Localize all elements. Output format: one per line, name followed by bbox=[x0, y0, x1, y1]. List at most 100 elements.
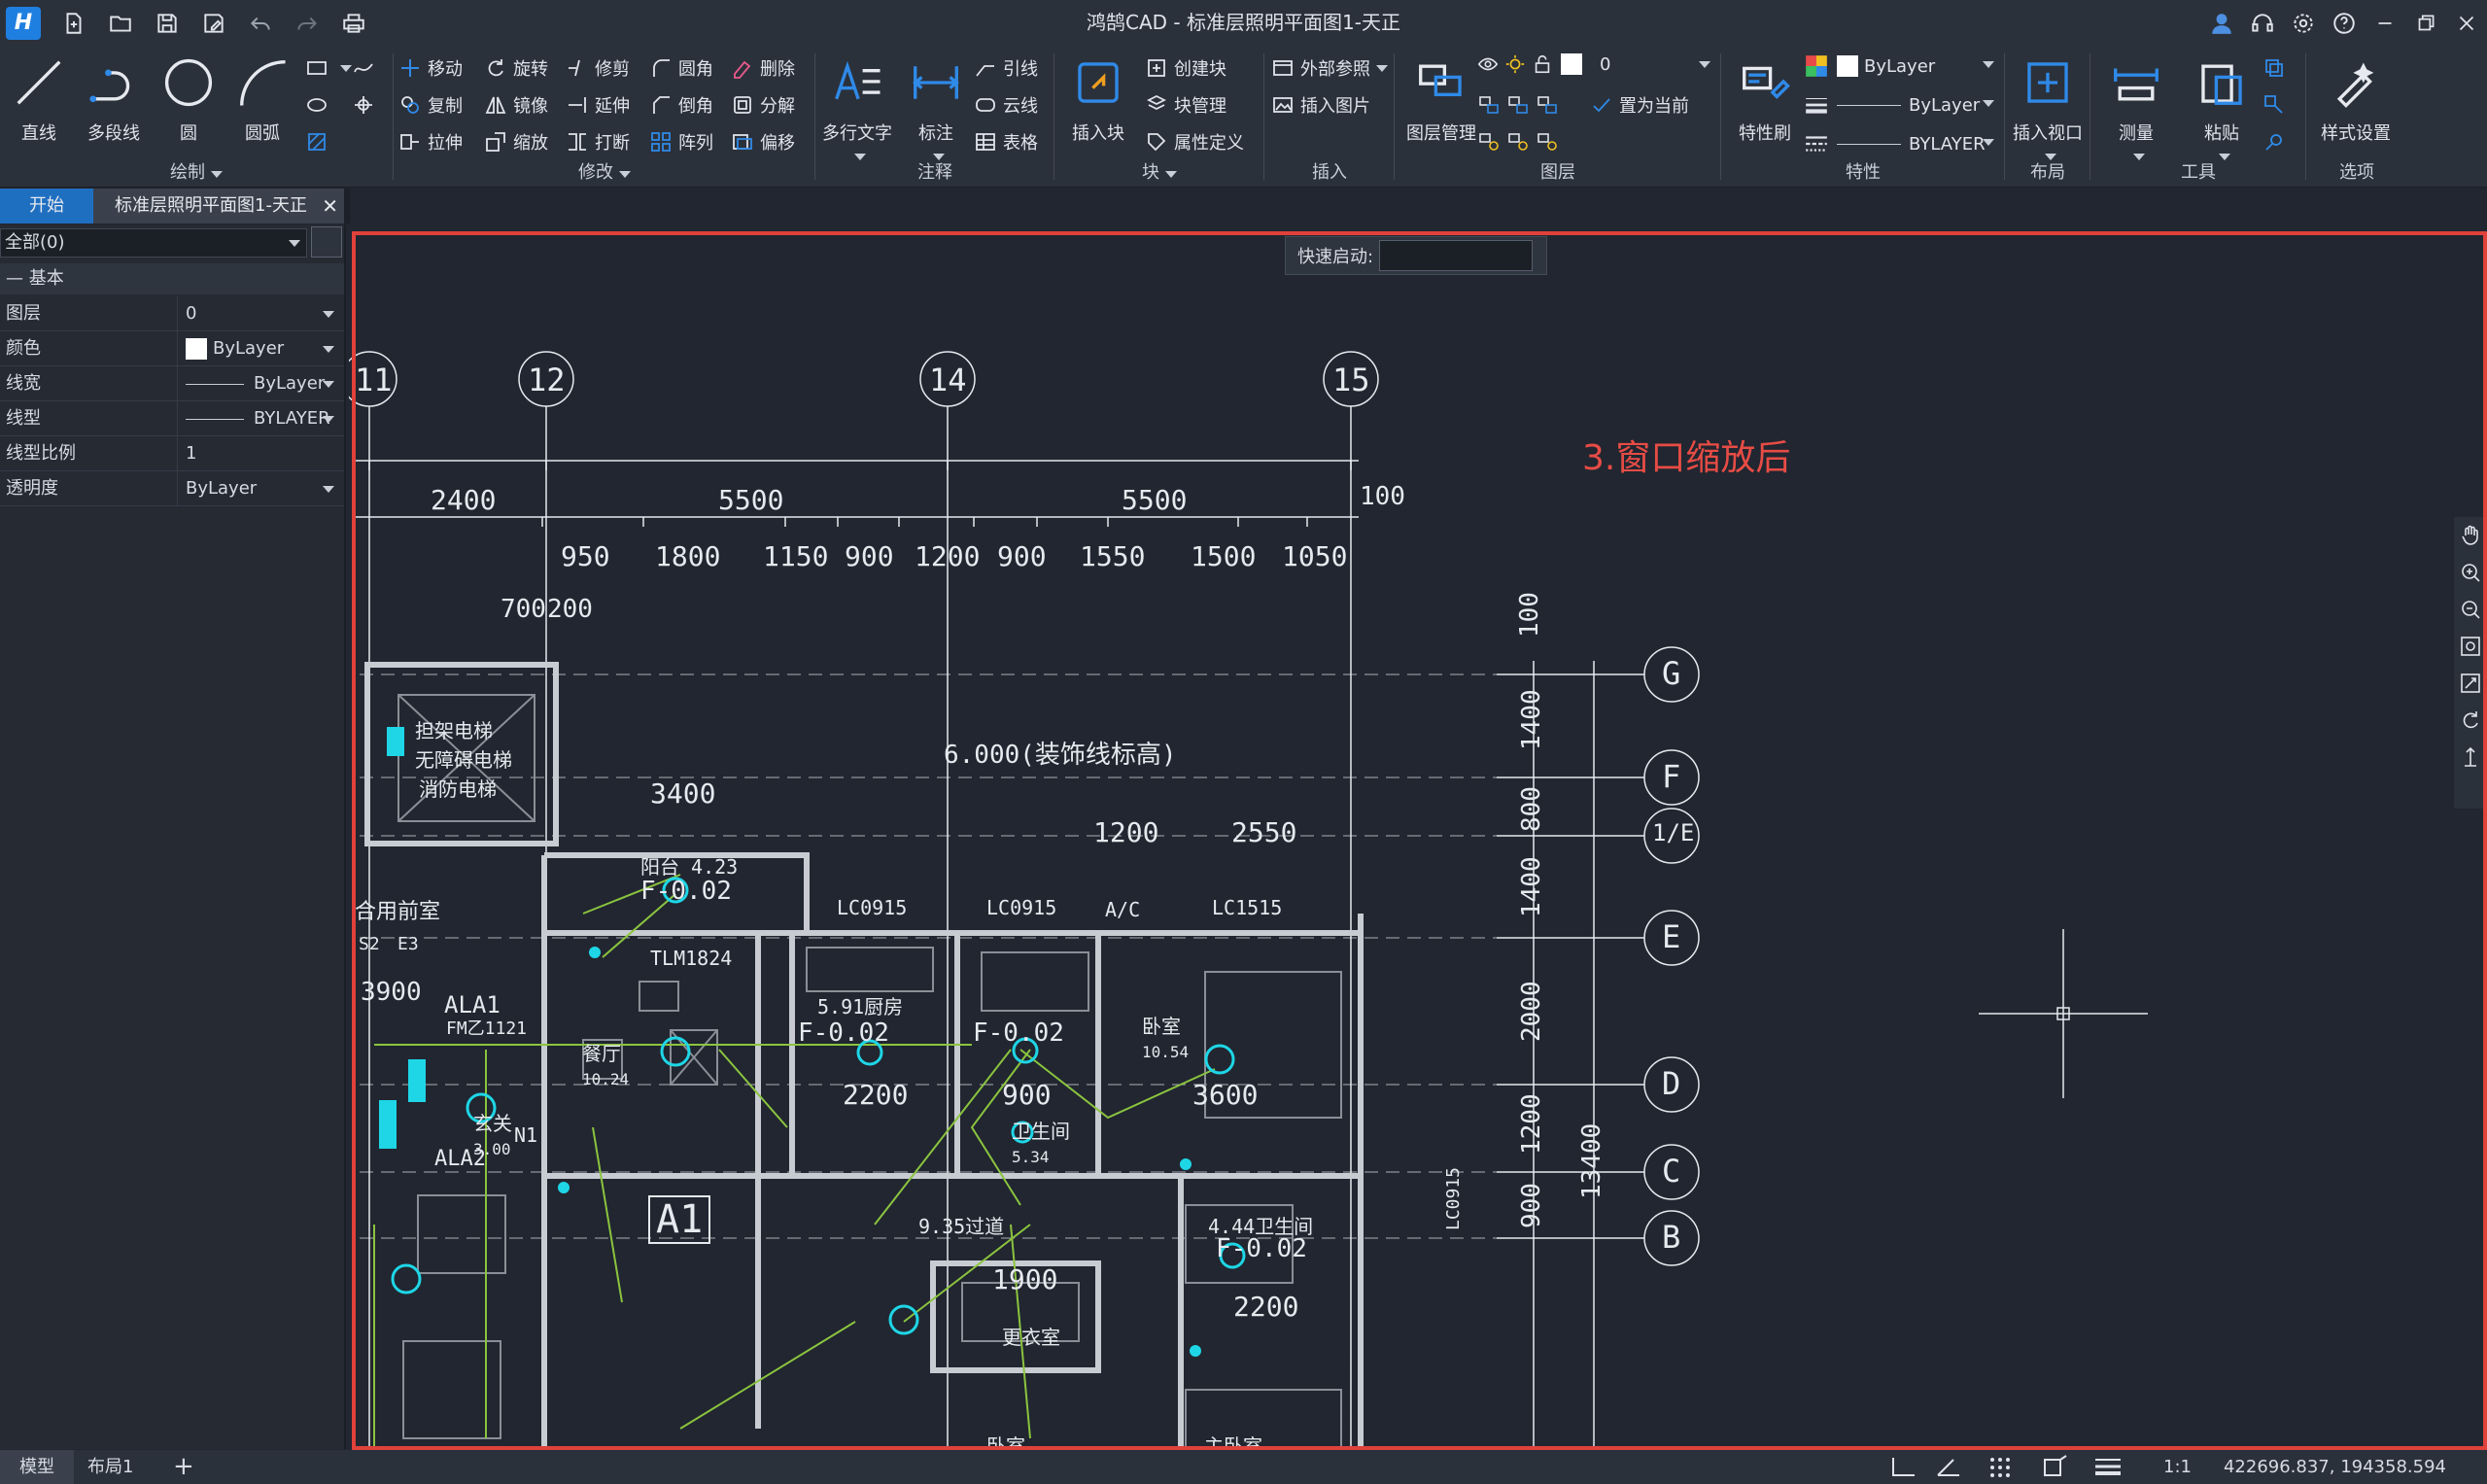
quick-start-input[interactable] bbox=[1379, 240, 1534, 271]
copy-button[interactable]: 复制 bbox=[398, 88, 463, 121]
circle-button[interactable]: 圆 bbox=[159, 52, 218, 145]
color-dropdown[interactable]: ByLayer bbox=[1804, 53, 1994, 79]
minimize-icon[interactable] bbox=[2365, 4, 2405, 43]
layer-manager-button[interactable]: 图层管理 bbox=[1405, 52, 1477, 145]
app-logo[interactable]: H bbox=[6, 6, 41, 40]
annotation-label: 3.窗口缩放后 bbox=[1582, 438, 1791, 478]
insert-block-button[interactable]: 插入块 bbox=[1059, 52, 1137, 145]
line-button[interactable]: 直线 bbox=[10, 52, 68, 145]
find-text-button[interactable] bbox=[2262, 125, 2292, 158]
tab-close-icon[interactable]: ✕ bbox=[322, 189, 338, 224]
zoom-extents-icon[interactable] bbox=[2454, 665, 2487, 702]
quick-select-button[interactable] bbox=[2262, 88, 2292, 121]
scale-button[interactable]: 缩放 bbox=[484, 125, 548, 158]
leader-button[interactable]: 引线 bbox=[974, 52, 1038, 85]
attribute-definition-button[interactable]: 属性定义 bbox=[1145, 125, 1244, 158]
view-align-icon[interactable] bbox=[2454, 739, 2487, 776]
settings-gear-icon[interactable] bbox=[2283, 4, 2324, 43]
tab-start[interactable]: 开始 bbox=[0, 189, 93, 224]
move-button[interactable]: 移动 bbox=[398, 52, 463, 85]
dimension-button[interactable]: 标注 bbox=[904, 52, 968, 165]
create-block-button[interactable]: 创建块 bbox=[1145, 52, 1226, 85]
layer-tools-row2[interactable] bbox=[1477, 125, 1565, 158]
spline-tool[interactable] bbox=[352, 52, 381, 85]
block-panel-title[interactable]: 块 bbox=[1055, 158, 1263, 184]
ellipse-tool[interactable] bbox=[305, 88, 334, 121]
prop-row-color[interactable]: 颜色 ByLayer bbox=[0, 331, 344, 366]
ortho-icon[interactable] bbox=[1889, 1454, 1918, 1479]
mirror-button[interactable]: 镜像 bbox=[484, 88, 548, 121]
linetype-dropdown[interactable]: BYLAYER bbox=[1804, 131, 1994, 156]
offset-button[interactable]: 偏移 bbox=[731, 125, 795, 158]
object-snap-icon[interactable] bbox=[2041, 1454, 2070, 1479]
extend-button[interactable]: 延伸 bbox=[566, 88, 630, 121]
tab-layout1[interactable]: 布局1 bbox=[87, 1450, 133, 1484]
undo-icon[interactable] bbox=[241, 6, 280, 41]
prop-row-lineweight[interactable]: 线宽 ByLayer bbox=[0, 366, 344, 401]
layer-tools-row1[interactable] bbox=[1477, 88, 1565, 121]
prop-row-transparency[interactable]: 透明度 ByLayer bbox=[0, 471, 344, 506]
restore-icon[interactable] bbox=[2405, 4, 2446, 43]
hatch-tool[interactable] bbox=[305, 125, 334, 158]
help-icon[interactable] bbox=[2324, 4, 2365, 43]
match-properties-button[interactable]: 特性刷 bbox=[1726, 52, 1804, 145]
zoom-window-icon[interactable] bbox=[2454, 628, 2487, 665]
array-button[interactable]: 阵列 bbox=[649, 125, 713, 158]
save-as-icon[interactable] bbox=[194, 6, 233, 41]
open-folder-icon[interactable] bbox=[101, 6, 140, 41]
print-icon[interactable] bbox=[334, 6, 373, 41]
insert-image-button[interactable]: 插入图片 bbox=[1271, 88, 1370, 121]
rectangle-tool[interactable] bbox=[305, 52, 352, 85]
prop-row-linetype-scale[interactable]: 线型比例 1 bbox=[0, 436, 344, 471]
paste-button[interactable]: 粘贴 bbox=[2183, 52, 2261, 165]
erase-button[interactable]: 删除 bbox=[731, 52, 795, 85]
selection-filter-dropdown[interactable]: 全部(0) bbox=[0, 228, 307, 258]
save-icon[interactable] bbox=[148, 6, 187, 41]
set-current-layer-button[interactable]: 置为当前 bbox=[1590, 88, 1689, 121]
arc-button[interactable]: 圆弧 bbox=[233, 52, 292, 145]
prop-row-linetype[interactable]: 线型 BYLAYER bbox=[0, 401, 344, 436]
mtext-button[interactable]: 多行文字 bbox=[818, 52, 896, 165]
copy-clip-button[interactable] bbox=[2262, 52, 2292, 85]
headset-support-icon[interactable] bbox=[2242, 4, 2283, 43]
table-button[interactable]: 表格 bbox=[974, 125, 1038, 158]
orbit-icon[interactable] bbox=[2454, 702, 2487, 739]
modify-panel-title[interactable]: 修改 bbox=[395, 158, 814, 184]
explode-button[interactable]: 分解 bbox=[731, 88, 795, 121]
trim-button[interactable]: 修剪 bbox=[566, 52, 630, 85]
insert-viewport-button[interactable]: 插入视口 bbox=[2006, 52, 2090, 165]
tab-model[interactable]: 模型 bbox=[0, 1450, 74, 1484]
measure-button[interactable]: 测量 bbox=[2097, 52, 2175, 165]
quick-select-icon[interactable] bbox=[311, 226, 342, 258]
fillet-button[interactable]: 圆角 bbox=[649, 52, 713, 85]
user-icon[interactable] bbox=[2201, 4, 2242, 43]
revcloud-button[interactable]: 云线 bbox=[974, 88, 1038, 121]
stretch-button[interactable]: 拉伸 bbox=[398, 125, 463, 158]
xref-button[interactable]: 外部参照 bbox=[1271, 52, 1388, 85]
polar-tracking-icon[interactable] bbox=[1934, 1454, 1963, 1479]
redo-icon[interactable] bbox=[288, 6, 327, 41]
style-settings-button[interactable]: 样式设置 bbox=[2307, 52, 2404, 145]
new-file-icon[interactable] bbox=[54, 6, 93, 41]
point-tool[interactable] bbox=[352, 88, 381, 121]
add-layout-button[interactable]: + bbox=[173, 1450, 194, 1484]
layer-dropdown[interactable]: 0 bbox=[1477, 53, 1710, 75]
annotation-scale[interactable]: 1:1 bbox=[2163, 1450, 2192, 1484]
polyline-button[interactable]: 多段线 bbox=[80, 52, 148, 145]
zoom-in-icon[interactable] bbox=[2454, 554, 2487, 591]
drawing-canvas[interactable]: 11 12 14 15 G F 1/E E D C B 2400 5500 55… bbox=[349, 229, 2487, 1458]
lineweight-display-icon[interactable] bbox=[2093, 1454, 2123, 1479]
chamfer-button[interactable]: 倒角 bbox=[649, 88, 713, 121]
break-button[interactable]: 打断 bbox=[566, 125, 630, 158]
prop-row-layer[interactable]: 图层 0 bbox=[0, 296, 344, 331]
pan-hand-icon[interactable] bbox=[2454, 517, 2487, 554]
snap-grid-icon[interactable] bbox=[1986, 1454, 2016, 1479]
rotate-button[interactable]: 旋转 bbox=[484, 52, 548, 85]
basic-group-header[interactable]: — 基本 bbox=[0, 263, 344, 294]
block-manager-button[interactable]: 块管理 bbox=[1145, 88, 1226, 121]
zoom-out-icon[interactable] bbox=[2454, 591, 2487, 628]
tab-drawing[interactable]: 标准层照明平面图1-天正 ✕ bbox=[93, 189, 344, 224]
lineweight-dropdown[interactable]: ByLayer bbox=[1804, 92, 1994, 118]
draw-panel-title[interactable]: 绘制 bbox=[0, 158, 393, 184]
close-icon[interactable] bbox=[2446, 4, 2487, 43]
